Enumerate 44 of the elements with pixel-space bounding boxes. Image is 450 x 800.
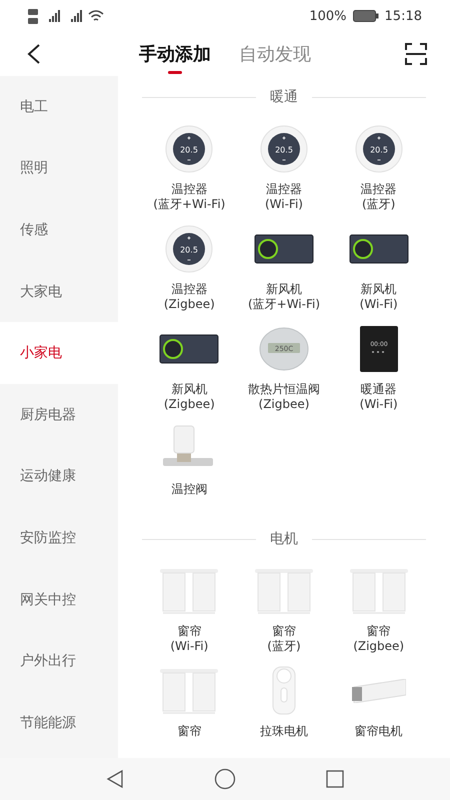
device-name[interactable]: 新风机 (蓝牙+Wi-Fi): [248, 282, 320, 312]
back-nav-icon[interactable]: [104, 769, 125, 789]
device-name[interactable]: 暖通器 (Wi-Fi): [360, 382, 398, 412]
device-name[interactable]: 窗帘 (蓝牙): [267, 624, 301, 654]
category-item[interactable]: 节能能源: [0, 692, 118, 754]
device-name[interactable]: 窗帘电机: [354, 724, 403, 739]
category-item[interactable]: 传感: [0, 199, 118, 261]
device-name[interactable]: 窗帘 (Wi-Fi): [170, 624, 208, 654]
device-name[interactable]: 窗帘: [177, 724, 202, 739]
curtain-icon: [254, 566, 314, 616]
category-item[interactable]: 户外出行: [0, 630, 118, 692]
tab[interactable]: 手动添加: [139, 36, 211, 72]
home-nav-icon[interactable]: [214, 768, 236, 790]
device-name[interactable]: 温控阀: [171, 482, 208, 497]
device-name[interactable]: 温控器 (Zigbee): [164, 282, 215, 312]
device-name[interactable]: 窗帘 (Zigbee): [353, 624, 404, 654]
curtain-icon: [348, 566, 409, 616]
category-item[interactable]: 小家电: [0, 322, 118, 384]
device-name[interactable]: 温控器 (Wi-Fi): [264, 182, 303, 212]
device-name[interactable]: 新风机 (Zigbee): [164, 382, 215, 412]
curtain-icon: [159, 566, 220, 616]
category-item[interactable]: 大家电: [0, 260, 118, 322]
device-name[interactable]: 温控器 (蓝牙): [360, 182, 397, 212]
category-item[interactable]: 网关中控: [0, 568, 118, 630]
category-item[interactable]: 运动健康: [0, 446, 118, 508]
curtain-track-icon: [352, 679, 406, 703]
recents-nav-icon[interactable]: [325, 769, 346, 789]
clock: 15:18: [384, 8, 422, 24]
category-item[interactable]: 厨房电器: [0, 384, 118, 446]
section-title: 电机: [270, 530, 298, 548]
tab[interactable]: 自动发现: [239, 36, 311, 72]
section-title: 暖通: [270, 88, 298, 106]
category-item[interactable]: 照明: [0, 138, 118, 200]
category-item[interactable]: 安防监控: [0, 507, 118, 569]
hd-signal-icon: [28, 8, 38, 24]
wifi-icon: [88, 10, 104, 22]
device-name[interactable]: 散热片恒温阀 (Zigbee): [248, 382, 320, 412]
device-name[interactable]: 温控器 (蓝牙+Wi-Fi): [153, 182, 226, 212]
category-item[interactable]: 电工: [0, 76, 118, 138]
device-name[interactable]: 拉珠电机: [260, 724, 308, 739]
battery-percent: 100%: [309, 8, 347, 24]
battery-icon: [352, 10, 379, 22]
device-name[interactable]: 新风机 (Wi-Fi): [360, 282, 398, 312]
curtain-icon: [159, 666, 220, 716]
